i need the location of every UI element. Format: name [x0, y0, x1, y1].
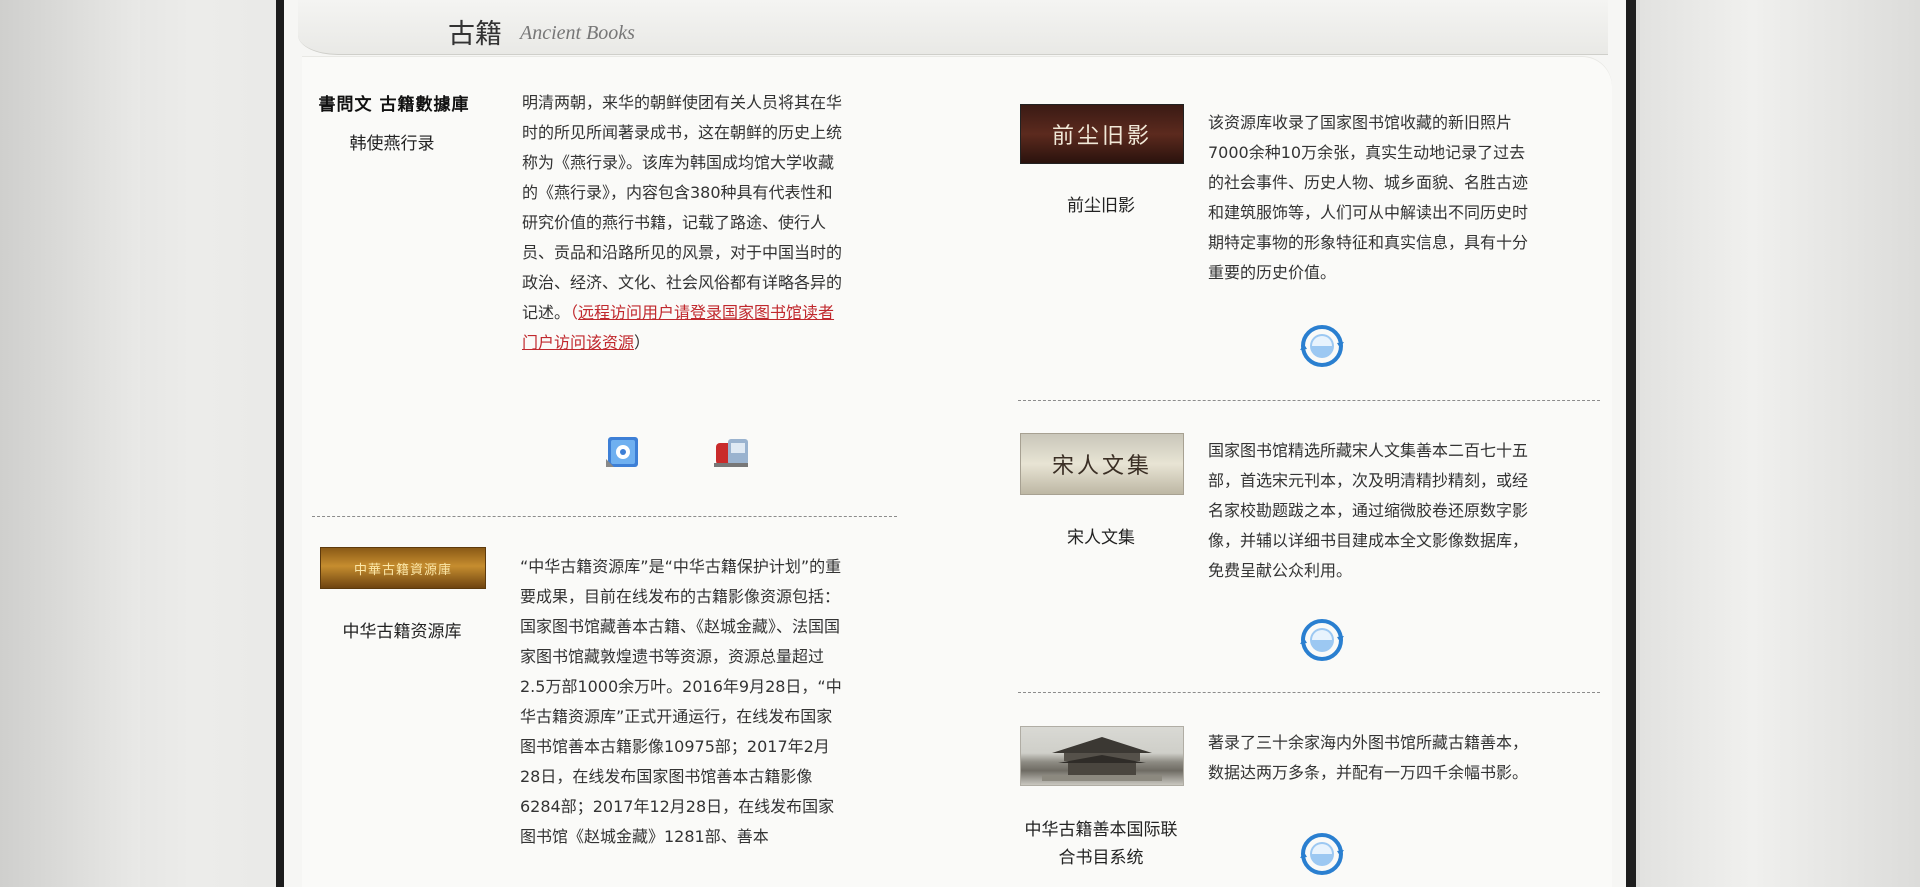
online-access-icon-qianchen[interactable]	[1298, 324, 1346, 368]
songren-logo[interactable]: 宋人文集	[1020, 433, 1184, 495]
gear-access-icon[interactable]	[602, 433, 644, 473]
divider-left-1	[312, 516, 897, 517]
mailbox-access-icon[interactable]	[710, 433, 752, 473]
right-background	[1640, 0, 1920, 887]
palace-logo[interactable]	[1020, 726, 1184, 786]
db-name-songren[interactable]: 宋人文集	[1020, 524, 1182, 552]
hanshi-logo[interactable]: 書問文 古籍數據庫	[314, 86, 474, 118]
zhonghua-logo[interactable]: 中華古籍資源庫	[320, 547, 486, 589]
browser-page: 古籍 Ancient Books 書問文 古籍數據庫 韩使燕行录 明清两朝，来华…	[276, 0, 1636, 887]
db-desc-zhonghua: “中华古籍资源库”是“中华古籍保护计划”的重要成果，目前在线发布的古籍影像资源包…	[520, 557, 842, 846]
paren-close: ）	[634, 333, 651, 352]
db-name-qianchen[interactable]: 前尘旧影	[1020, 192, 1182, 220]
db-desc-qianchen: 该资源库收录了国家图书馆收藏的新旧照片7000余种10万余张，真实生动地记录了过…	[1208, 113, 1529, 282]
paren-open: （	[570, 303, 579, 322]
db-name-zhonghua[interactable]: 中华古籍资源库	[302, 618, 502, 646]
db-desc-songren: 国家图书馆精选所藏宋人文集善本二百七十五部，首选宋元刊本，次及明清精抄精刻，或经…	[1208, 441, 1529, 580]
db-desc-hanshi-text: 明清两朝，来华的朝鲜使团有关人员将其在华时的所见所闻著录成书，这在朝鲜的历史上统…	[522, 93, 843, 322]
online-access-icon-guoji[interactable]	[1298, 832, 1346, 876]
qianchen-logo[interactable]: 前尘旧影	[1020, 104, 1184, 164]
db-name-guoji[interactable]: 中华古籍善本国际联合书目系统	[1020, 816, 1182, 872]
songren-logo-text: 宋人文集	[1051, 454, 1152, 479]
db-desc-guoji: 著录了三十余家海内外图书馆所藏古籍善本，数据达两万多条，并配有一万四千余幅书影。	[1208, 733, 1529, 782]
online-access-icon-songren[interactable]	[1298, 618, 1346, 662]
left-background	[0, 0, 140, 887]
section-title-cn: 古籍	[448, 19, 502, 50]
section-header: 古籍 Ancient Books	[298, 0, 1608, 55]
hanshi-logo-text: 書問文 古籍數據庫	[318, 94, 470, 115]
photo-frame: 古籍 Ancient Books 書問文 古籍數據庫 韩使燕行录 明清两朝，来华…	[0, 0, 1920, 887]
zhonghua-logo-text: 中華古籍資源庫	[353, 562, 452, 578]
divider-right-2	[1018, 692, 1600, 693]
db-name-hanshi[interactable]: 韩使燕行录	[302, 130, 482, 158]
divider-right-1	[1018, 400, 1600, 401]
palace-building-icon	[1042, 737, 1162, 781]
section-title-en: Ancient Books	[520, 22, 635, 44]
content-panel: 書問文 古籍數據庫 韩使燕行录 明清两朝，来华的朝鲜使团有关人员将其在华时的所见…	[302, 56, 1612, 887]
db-desc-hanshi: 明清两朝，来华的朝鲜使团有关人员将其在华时的所见所闻著录成书，这在朝鲜的历史上统…	[522, 88, 842, 358]
qianchen-logo-text: 前尘旧影	[1051, 124, 1152, 149]
